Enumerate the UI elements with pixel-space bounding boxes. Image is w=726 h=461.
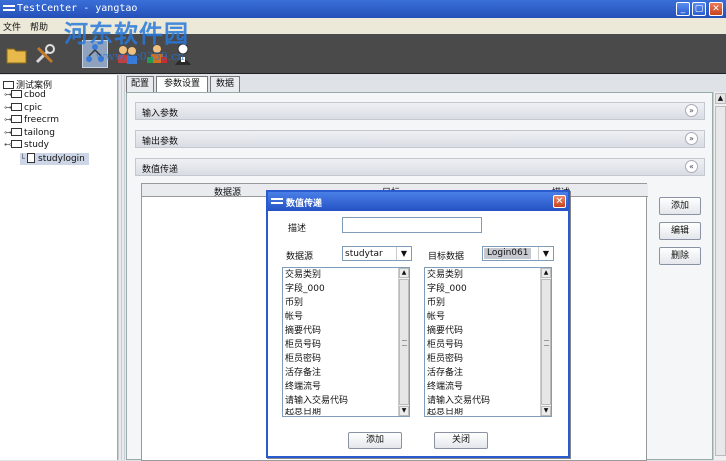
list-item[interactable]: 字段_000	[285, 282, 325, 296]
source-label: 数据源	[286, 252, 314, 262]
window-title: TestCenter - yangtao	[17, 3, 138, 14]
minimize-button[interactable]: _	[676, 2, 690, 16]
splitter-handle[interactable]	[118, 75, 126, 460]
tree-item-cbod[interactable]: ⊶ cbod	[4, 90, 46, 102]
chevron-down-icon[interactable]: »	[685, 104, 698, 117]
list-scrollbar[interactable]: ▲ ▼	[540, 268, 551, 416]
list-item[interactable]: 终端流号	[285, 380, 321, 394]
folder-icon	[3, 81, 14, 89]
list-item[interactable]: 起息日期	[285, 408, 321, 416]
tree-item-studylogin[interactable]: └ studylogin	[20, 153, 89, 165]
dialog-close-icon[interactable]: ✕	[553, 195, 566, 208]
watermark-url: www.pc0359.cn	[96, 50, 185, 63]
target-field-list[interactable]: 交易类别 字段_000 币别 帐号 摘要代码 柜员号码 柜员密码 活存备注 终端…	[424, 267, 552, 417]
col-source: 数据源	[214, 188, 242, 198]
chevron-down-icon[interactable]: »	[685, 132, 698, 145]
target-select[interactable]: Login061 ▼	[482, 246, 554, 261]
dialog-icon	[271, 198, 283, 204]
delete-button[interactable]: 删除	[659, 247, 701, 265]
tab-config[interactable]: 配置	[126, 76, 154, 92]
folder-icon	[11, 115, 22, 123]
folder-icon	[11, 128, 22, 136]
folder-open-icon[interactable]	[4, 40, 30, 68]
tab-data[interactable]: 数据	[210, 76, 240, 92]
value-transfer-dialog: 数值传递 ✕ 描述 数据源 studytar ▼ 目标数据 Login061 ▼…	[266, 190, 570, 458]
scroll-down-arrow[interactable]: ▼	[541, 406, 551, 416]
list-item[interactable]: 交易类别	[285, 268, 321, 282]
folder-icon	[11, 90, 22, 98]
folder-open-icon	[11, 140, 22, 148]
scroll-up-arrow[interactable]: ▲	[399, 268, 409, 278]
section-value-transfer[interactable]: 数值传递 «	[135, 158, 705, 176]
list-item[interactable]: 活存备注	[427, 366, 463, 380]
project-tree: 测试案例 ⊶ cbod ⊶ cpic ⊶ freecrm ⊶ tailong ⊷ stud…	[0, 75, 118, 460]
description-label: 描述	[288, 224, 307, 234]
description-input[interactable]	[342, 217, 482, 233]
scroll-thumb[interactable]	[715, 106, 726, 456]
list-item[interactable]: 起息日期	[427, 408, 463, 416]
dropdown-arrow-icon[interactable]: ▼	[396, 247, 411, 260]
scroll-down-arrow[interactable]: ▼	[399, 406, 409, 416]
list-item[interactable]: 摘要代码	[285, 324, 321, 338]
target-label: 目标数据	[428, 252, 465, 262]
folder-icon	[11, 103, 22, 111]
tree-item-study[interactable]: ⊷ study	[4, 140, 49, 152]
list-item[interactable]: 帐号	[427, 310, 445, 324]
section-input-params[interactable]: 输入参数 »	[135, 102, 705, 120]
dialog-add-button[interactable]: 添加	[348, 432, 402, 449]
source-field-list[interactable]: 交易类别 字段_000 币别 帐号 摘要代码 柜员号码 柜员密码 活存备注 终端…	[282, 267, 410, 417]
dialog-title-bar: 数值传递 ✕	[268, 192, 568, 211]
list-item[interactable]: 帐号	[285, 310, 303, 324]
section-output-params[interactable]: 输出参数 »	[135, 130, 705, 148]
source-select[interactable]: studytar ▼	[342, 246, 412, 261]
list-item[interactable]: 币别	[285, 296, 303, 310]
tree-root[interactable]: 测试案例	[3, 78, 52, 91]
list-item[interactable]: 柜员号码	[285, 338, 321, 352]
list-item[interactable]: 请输入交易代码	[285, 394, 348, 408]
list-item[interactable]: 币别	[427, 296, 445, 310]
edit-button[interactable]: 编辑	[659, 222, 701, 240]
close-button[interactable]: ✕	[709, 2, 723, 16]
list-item[interactable]: 交易类别	[427, 268, 463, 282]
list-item[interactable]: 终端流号	[427, 380, 463, 394]
add-button[interactable]: 添加	[659, 197, 701, 215]
tree-item-cpic[interactable]: ⊶ cpic	[4, 103, 42, 115]
list-item[interactable]: 柜员密码	[285, 352, 321, 366]
scroll-up-arrow[interactable]: ▲	[715, 93, 726, 104]
tree-item-tailong[interactable]: ⊶ tailong	[4, 128, 55, 140]
scroll-thumb[interactable]	[399, 279, 409, 405]
list-scrollbar[interactable]: ▲ ▼	[398, 268, 409, 416]
chevron-up-icon[interactable]: «	[685, 160, 698, 173]
tree-item-freecrm[interactable]: ⊶ freecrm	[4, 115, 59, 127]
menu-file[interactable]: 文件	[3, 20, 21, 33]
list-item[interactable]: 字段_000	[427, 282, 467, 296]
dropdown-arrow-icon[interactable]: ▼	[538, 247, 553, 260]
list-item[interactable]: 柜员号码	[427, 338, 463, 352]
main-scrollbar[interactable]: ▲	[713, 92, 726, 460]
tab-parameters[interactable]: 参数设置	[156, 76, 208, 92]
file-icon	[27, 153, 35, 163]
scroll-up-arrow[interactable]: ▲	[541, 268, 551, 278]
dialog-title: 数值传递	[286, 199, 323, 209]
list-item[interactable]: 请输入交易代码	[427, 394, 490, 408]
maximize-button[interactable]: ▢	[692, 2, 706, 16]
list-item[interactable]: 柜员密码	[427, 352, 463, 366]
dialog-close-button[interactable]: 关闭	[434, 432, 488, 449]
list-item[interactable]: 摘要代码	[427, 324, 463, 338]
app-icon	[3, 5, 15, 11]
menu-help[interactable]: 帮助	[30, 20, 48, 33]
watermark-logo: 河东软件园	[64, 19, 189, 48]
tools-icon[interactable]	[32, 40, 58, 68]
list-item[interactable]: 活存备注	[285, 366, 321, 380]
scroll-thumb[interactable]	[541, 279, 551, 405]
